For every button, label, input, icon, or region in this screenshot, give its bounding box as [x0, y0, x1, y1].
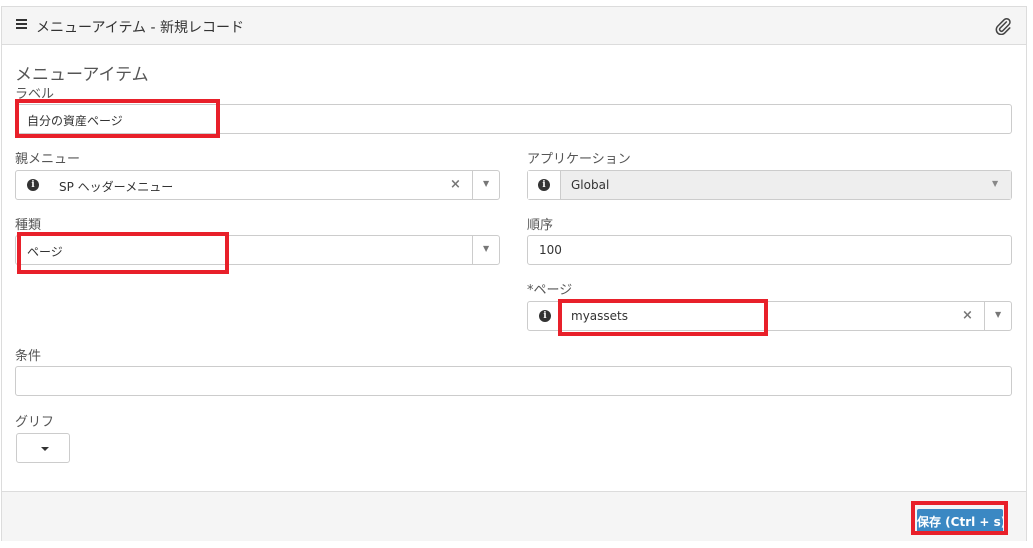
dropdown-toggle[interactable]: ▼ [472, 236, 500, 264]
panel-header: メニューアイテム - 新規レコード [2, 7, 1026, 45]
chevron-down-icon: ▼ [992, 179, 999, 188]
glyph-dropdown-button[interactable] [16, 433, 70, 463]
application-info-addon: i [528, 171, 561, 199]
hamburger-icon[interactable] [16, 19, 27, 29]
highlight-page [558, 299, 768, 336]
order-input[interactable]: 100 [527, 235, 1012, 265]
order-value: 100 [539, 243, 562, 257]
caret-down-icon [41, 447, 49, 451]
info-icon[interactable]: i [539, 310, 551, 322]
panel-footer: 保存 (Ctrl + s) [2, 491, 1026, 541]
chevron-down-icon: ▼ [995, 310, 1002, 319]
paperclip-icon[interactable] [994, 17, 1012, 35]
section-title: メニューアイテム [15, 65, 149, 85]
glyph-label: グリフ [15, 415, 55, 430]
dropdown-toggle[interactable]: ▼ [472, 171, 500, 199]
condition-label: 条件 [15, 349, 42, 364]
application-value: Global [571, 178, 610, 192]
page-label: *ページ [527, 283, 573, 298]
application-label: アプリケーション [527, 152, 631, 167]
clear-icon[interactable]: × [962, 308, 973, 323]
condition-input[interactable] [15, 366, 1012, 396]
application-disabled-field [561, 171, 1011, 199]
highlight-type [17, 232, 229, 274]
order-label: 順序 [527, 218, 554, 233]
info-icon[interactable]: i [27, 179, 39, 191]
dropdown-toggle[interactable]: ▼ [984, 302, 1012, 330]
parent-menu-label: 親メニュー [15, 152, 81, 167]
clear-icon[interactable]: × [450, 177, 461, 192]
parent-menu-select[interactable]: i SP ヘッダーメニュー × ▼ [15, 170, 500, 200]
info-icon[interactable]: i [538, 179, 550, 191]
form-panel: メニューアイテム - 新規レコード メニューアイテム ラベル 自分の資産ページ … [1, 6, 1027, 541]
panel-title: メニューアイテム - 新規レコード [36, 20, 244, 36]
application-select: i Global ▼ [527, 170, 1012, 200]
chevron-down-icon: ▼ [483, 179, 490, 188]
parent-menu-value: SP ヘッダーメニュー [59, 180, 174, 194]
chevron-down-icon: ▼ [483, 244, 490, 253]
highlight-save [911, 501, 1008, 535]
highlight-label [15, 99, 220, 138]
type-label: 種類 [15, 218, 42, 233]
